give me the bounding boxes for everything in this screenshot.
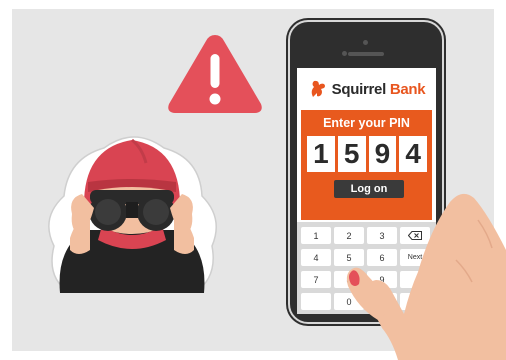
brand-name-part2: Bank xyxy=(389,80,426,98)
key-1[interactable]: 1 xyxy=(301,227,331,244)
pin-title: Enter your PIN xyxy=(323,116,410,130)
sensor-icon xyxy=(342,51,347,56)
pin-digit[interactable]: 1 xyxy=(307,136,335,172)
scene: Squirrel Bank Enter your PIN 1 5 9 4 Log… xyxy=(0,0,506,360)
spy-illustration xyxy=(48,136,217,293)
brand-header: Squirrel Bank xyxy=(297,68,436,110)
brand-name-part1: Squirrel xyxy=(331,80,387,98)
pin-digit[interactable]: 5 xyxy=(337,136,366,172)
speaker-grille xyxy=(348,52,384,56)
warning-icon xyxy=(168,35,262,113)
key-4[interactable]: 4 xyxy=(301,249,331,266)
pin-digit[interactable]: 4 xyxy=(399,136,427,172)
hand-illustration xyxy=(346,193,506,360)
key-7[interactable]: 7 xyxy=(301,271,331,288)
pin-digits: 1 5 9 4 xyxy=(307,136,427,172)
brand-name: Squirrel Bank xyxy=(332,81,426,98)
camera-icon xyxy=(363,40,368,45)
squirrel-logo-icon xyxy=(311,80,325,97)
key-blank[interactable] xyxy=(301,293,331,310)
pin-digit[interactable]: 9 xyxy=(368,136,397,172)
